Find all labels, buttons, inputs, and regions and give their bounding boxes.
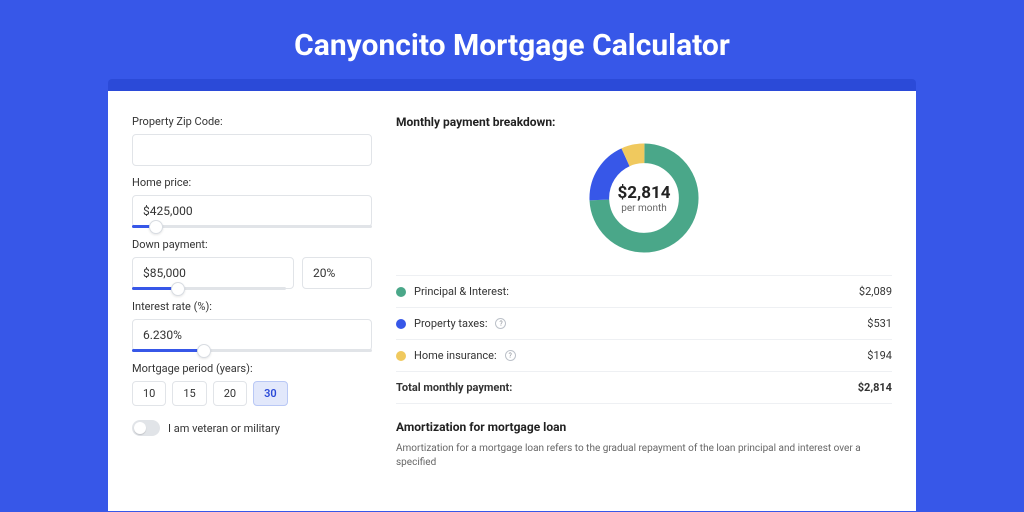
donut-wrap: $2,814 per month: [396, 139, 892, 257]
legend-value: $2,089: [859, 285, 892, 298]
home-price-input[interactable]: [132, 195, 372, 227]
period-label: Mortgage period (years):: [132, 362, 372, 375]
amortization-title: Amortization for mortgage loan: [396, 420, 892, 434]
period-field: Mortgage period (years): 10 15 20 30: [132, 362, 372, 406]
interest-field: Interest rate (%):: [132, 300, 372, 352]
legend-value: $531: [867, 317, 892, 330]
veteran-toggle-row: I am veteran or military: [132, 420, 372, 436]
down-payment-label: Down payment:: [132, 238, 372, 251]
zip-label: Property Zip Code:: [132, 115, 372, 128]
breakdown-title: Monthly payment breakdown:: [396, 115, 892, 129]
period-btn-10[interactable]: 10: [132, 381, 166, 406]
interest-slider[interactable]: [132, 349, 372, 352]
legend-total-label: Total monthly payment:: [396, 381, 512, 394]
slider-thumb[interactable]: [171, 282, 185, 296]
info-icon[interactable]: ?: [495, 318, 506, 329]
veteran-label: I am veteran or military: [168, 422, 280, 435]
legend-value: $194: [867, 349, 892, 362]
down-payment-slider[interactable]: [132, 287, 286, 290]
period-options: 10 15 20 30: [132, 381, 372, 406]
dot-icon: [396, 287, 406, 297]
legend-label: Home insurance:: [414, 349, 497, 362]
info-icon[interactable]: ?: [505, 350, 516, 361]
legend-insurance: Home insurance: ? $194: [396, 340, 892, 372]
donut-amount: $2,814: [618, 183, 671, 203]
legend-label: Principal & Interest:: [414, 285, 509, 298]
zip-input[interactable]: [132, 134, 372, 166]
inner-banner: [108, 79, 916, 91]
interest-label: Interest rate (%):: [132, 300, 372, 313]
slider-thumb[interactable]: [197, 344, 211, 358]
slider-thumb[interactable]: [149, 220, 163, 234]
donut-caption: per month: [621, 203, 667, 214]
legend-taxes: Property taxes: ? $531: [396, 308, 892, 340]
down-payment-input[interactable]: [132, 257, 294, 289]
amortization-text: Amortization for a mortgage loan refers …: [396, 442, 892, 470]
donut-center: $2,814 per month: [585, 139, 703, 257]
home-price-slider[interactable]: [132, 225, 372, 228]
legend-label: Property taxes:: [414, 317, 487, 330]
toggle-knob: [134, 422, 146, 434]
zip-field: Property Zip Code:: [132, 115, 372, 166]
period-btn-30[interactable]: 30: [253, 381, 288, 406]
legend-total: Total monthly payment: $2,814: [396, 372, 892, 404]
form-column: Property Zip Code: Home price: Down paym…: [132, 115, 372, 511]
legend: Principal & Interest: $2,089 Property ta…: [396, 275, 892, 404]
period-btn-20[interactable]: 20: [213, 381, 247, 406]
calculator-card: Property Zip Code: Home price: Down paym…: [108, 91, 916, 511]
home-price-field: Home price:: [132, 176, 372, 228]
legend-total-value: $2,814: [858, 381, 892, 394]
donut-chart: $2,814 per month: [585, 139, 703, 257]
dot-icon: [396, 319, 406, 329]
down-payment-pct-input[interactable]: [302, 257, 372, 289]
dot-icon: [396, 351, 406, 361]
results-column: Monthly payment breakdown: $2,814 per mo…: [396, 115, 892, 511]
home-price-label: Home price:: [132, 176, 372, 189]
page-title: Canyoncito Mortgage Calculator: [0, 0, 1024, 79]
veteran-toggle[interactable]: [132, 420, 160, 436]
interest-input[interactable]: [132, 319, 372, 351]
down-payment-field: Down payment:: [132, 238, 372, 290]
legend-principal: Principal & Interest: $2,089: [396, 276, 892, 308]
period-btn-15[interactable]: 15: [172, 381, 206, 406]
